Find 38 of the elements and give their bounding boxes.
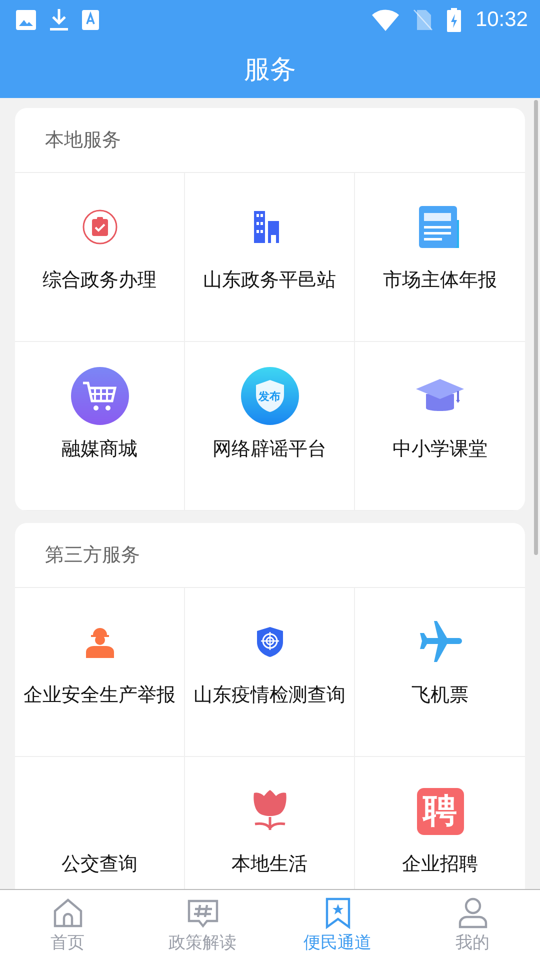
service-label[interactable]: 市场主体年报 xyxy=(383,267,497,293)
service-label[interactable]: 融媒商城 xyxy=(62,436,138,462)
tulip-icon xyxy=(252,790,288,832)
service-label[interactable]: 中小学课堂 xyxy=(392,436,488,462)
nav-tab-label: 政策解读 xyxy=(168,932,236,954)
wifi-icon xyxy=(372,9,400,31)
clipboard-check-icon xyxy=(82,209,118,245)
nav-tab-label: 我的 xyxy=(456,932,490,954)
shield-target-icon xyxy=(256,626,284,658)
status-time: 10:32 xyxy=(475,8,528,32)
user-icon xyxy=(456,896,488,928)
no-sim-icon xyxy=(413,9,434,31)
badge-text: 聘 xyxy=(423,790,457,833)
service-label[interactable]: 公交查询 xyxy=(62,851,138,877)
airplane-icon xyxy=(418,621,462,663)
service-label[interactable]: 网络辟谣平台 xyxy=(212,436,326,462)
service-label[interactable]: 企业安全生产举报 xyxy=(24,682,176,708)
document-icon xyxy=(419,206,461,248)
shield-shape-icon xyxy=(254,379,284,413)
section-title: 本地服务 xyxy=(15,108,525,173)
nav-tab-label: 便民通道 xyxy=(304,932,372,954)
service-label[interactable]: 山东政务平邑站 xyxy=(203,267,336,293)
service-label[interactable]: 山东疫情检测查询 xyxy=(194,682,346,708)
badge-text: 发布 xyxy=(258,388,280,404)
battery-charging-icon xyxy=(447,8,462,32)
service-label[interactable]: 综合政务办理 xyxy=(42,267,156,293)
service-label[interactable]: 飞机票 xyxy=(412,682,468,708)
download-icon xyxy=(50,9,68,31)
image-icon xyxy=(16,10,36,30)
worker-icon xyxy=(86,626,114,658)
service-label[interactable]: 本地生活 xyxy=(232,851,308,877)
font-icon xyxy=(82,10,99,30)
page-title: 服务 xyxy=(244,54,296,86)
section-title: 第三方服务 xyxy=(15,523,525,588)
service-label[interactable]: 企业招聘 xyxy=(402,851,478,877)
home-icon xyxy=(52,896,84,928)
shopping-cart-icon xyxy=(70,367,128,425)
nav-tab-label: 首页 xyxy=(50,932,84,954)
